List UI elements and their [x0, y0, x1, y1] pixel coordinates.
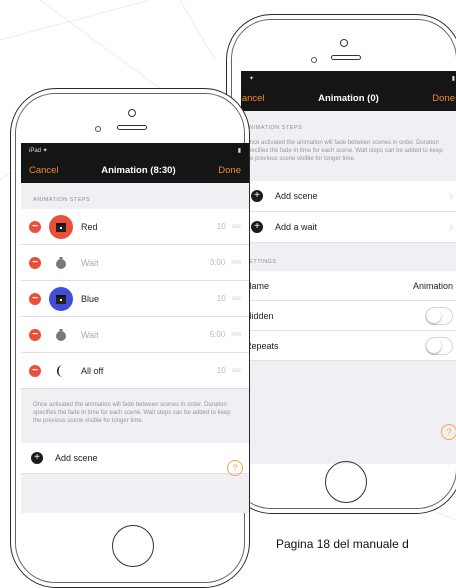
nav-title: Animation (0)	[318, 92, 379, 104]
add-scene-row[interactable]: + Add scene ›	[241, 181, 456, 212]
plus-icon: +	[31, 452, 43, 464]
add-wait-row[interactable]: + Add a wait ›	[241, 212, 456, 243]
front-camera-icon	[128, 109, 136, 117]
cancel-button[interactable]: Cancel	[241, 93, 265, 104]
phone-back: ✦ ▮ Cancel Animation (0) Done ANIMATION …	[226, 14, 456, 514]
name-label: Name	[245, 280, 270, 291]
delete-icon[interactable]: −	[29, 364, 41, 377]
description-text: Once activated the animation will fade b…	[245, 140, 443, 162]
step-duration[interactable]: 3:00	[210, 258, 226, 267]
speaker-icon	[331, 55, 361, 60]
repeats-row: Repeats	[241, 331, 456, 361]
plus-icon: +	[251, 190, 263, 202]
add-wait-label: Add a wait	[275, 222, 318, 232]
sensor-icon	[95, 126, 101, 132]
section-header: ANIMATION STEPS	[33, 197, 91, 203]
speaker-icon	[117, 125, 147, 130]
carrier-label: iPad ✦	[29, 147, 48, 154]
step-label: Blue	[81, 293, 100, 304]
name-value: Animation	[412, 280, 453, 291]
step-duration[interactable]: 10	[217, 294, 226, 303]
hidden-row: Hidden	[241, 301, 456, 331]
step-row-red[interactable]: − Red 10 sec	[21, 209, 249, 245]
timer-icon	[49, 323, 73, 347]
hidden-label: Hidden	[245, 310, 274, 321]
front-camera-icon	[340, 39, 348, 47]
moon-icon	[49, 359, 73, 383]
nav-bar: Cancel Animation (0) Done	[241, 85, 456, 111]
step-unit: sec	[231, 367, 241, 374]
red-scene-icon	[49, 214, 73, 239]
home-button	[325, 461, 367, 503]
help-icon[interactable]: ?	[441, 424, 456, 440]
status-bar: iPad ✦ ▮	[21, 143, 249, 157]
repeats-toggle[interactable]	[425, 336, 453, 355]
name-row[interactable]: Name Animation	[241, 271, 456, 301]
delete-icon[interactable]: −	[29, 220, 41, 233]
step-duration[interactable]: 10	[217, 222, 226, 231]
help-icon[interactable]: ?	[227, 460, 243, 476]
nav-title: Animation (8:30)	[101, 164, 176, 176]
sensor-icon	[311, 57, 317, 63]
carrier-label: ✦	[249, 75, 255, 82]
step-row-wait[interactable]: − Wait 5:00 min	[21, 317, 249, 353]
settings-header: SETTINGS	[245, 259, 277, 265]
step-row-wait[interactable]: − Wait 3:00 min	[21, 245, 249, 281]
battery-icon: ▮	[451, 75, 455, 82]
step-label: Red	[81, 221, 98, 232]
step-unit: min	[231, 259, 241, 266]
step-row-all-off[interactable]: − All off 10 sec	[21, 353, 249, 389]
add-scene-label: Add scene	[55, 453, 98, 463]
delete-icon[interactable]: −	[29, 256, 41, 269]
step-label: Wait	[81, 329, 99, 340]
status-bar: ✦ ▮	[241, 71, 456, 85]
step-row-blue[interactable]: − Blue 10 sec	[21, 281, 249, 317]
timer-icon	[49, 251, 73, 275]
step-label: Wait	[81, 257, 99, 268]
home-button	[112, 525, 154, 567]
page-caption: Pagina 18 del manuale d	[276, 537, 409, 551]
back-screen: ✦ ▮ Cancel Animation (0) Done ANIMATION …	[241, 71, 456, 464]
step-unit: sec	[231, 223, 241, 230]
description-text: Once activated the animation will fade b…	[33, 402, 231, 424]
hidden-toggle[interactable]	[425, 306, 453, 325]
add-scene-label: Add scene	[275, 191, 318, 201]
done-button[interactable]: Done	[432, 93, 455, 104]
step-duration[interactable]: 10	[217, 366, 226, 375]
step-unit: min	[231, 331, 241, 338]
chevron-right-icon: ›	[449, 221, 453, 233]
front-screen: iPad ✦ ▮ Cancel Animation (8:30) Done AN…	[21, 143, 249, 513]
delete-icon[interactable]: −	[29, 292, 41, 305]
section-header: ANIMATION STEPS	[245, 125, 303, 131]
step-duration[interactable]: 5:00	[210, 330, 226, 339]
cancel-button[interactable]: Cancel	[29, 165, 59, 176]
done-button[interactable]: Done	[218, 165, 241, 176]
blue-scene-icon	[49, 286, 73, 311]
phone-front: iPad ✦ ▮ Cancel Animation (8:30) Done AN…	[10, 88, 250, 588]
nav-bar: Cancel Animation (8:30) Done	[21, 157, 249, 183]
delete-icon[interactable]: −	[29, 328, 41, 341]
battery-icon: ▮	[237, 147, 241, 154]
chevron-right-icon: ›	[449, 190, 453, 202]
repeats-label: Repeats	[245, 340, 279, 351]
add-scene-row[interactable]: + Add scene	[21, 443, 249, 474]
step-label: All off	[81, 365, 104, 376]
plus-icon: +	[251, 221, 263, 233]
step-unit: sec	[231, 295, 241, 302]
